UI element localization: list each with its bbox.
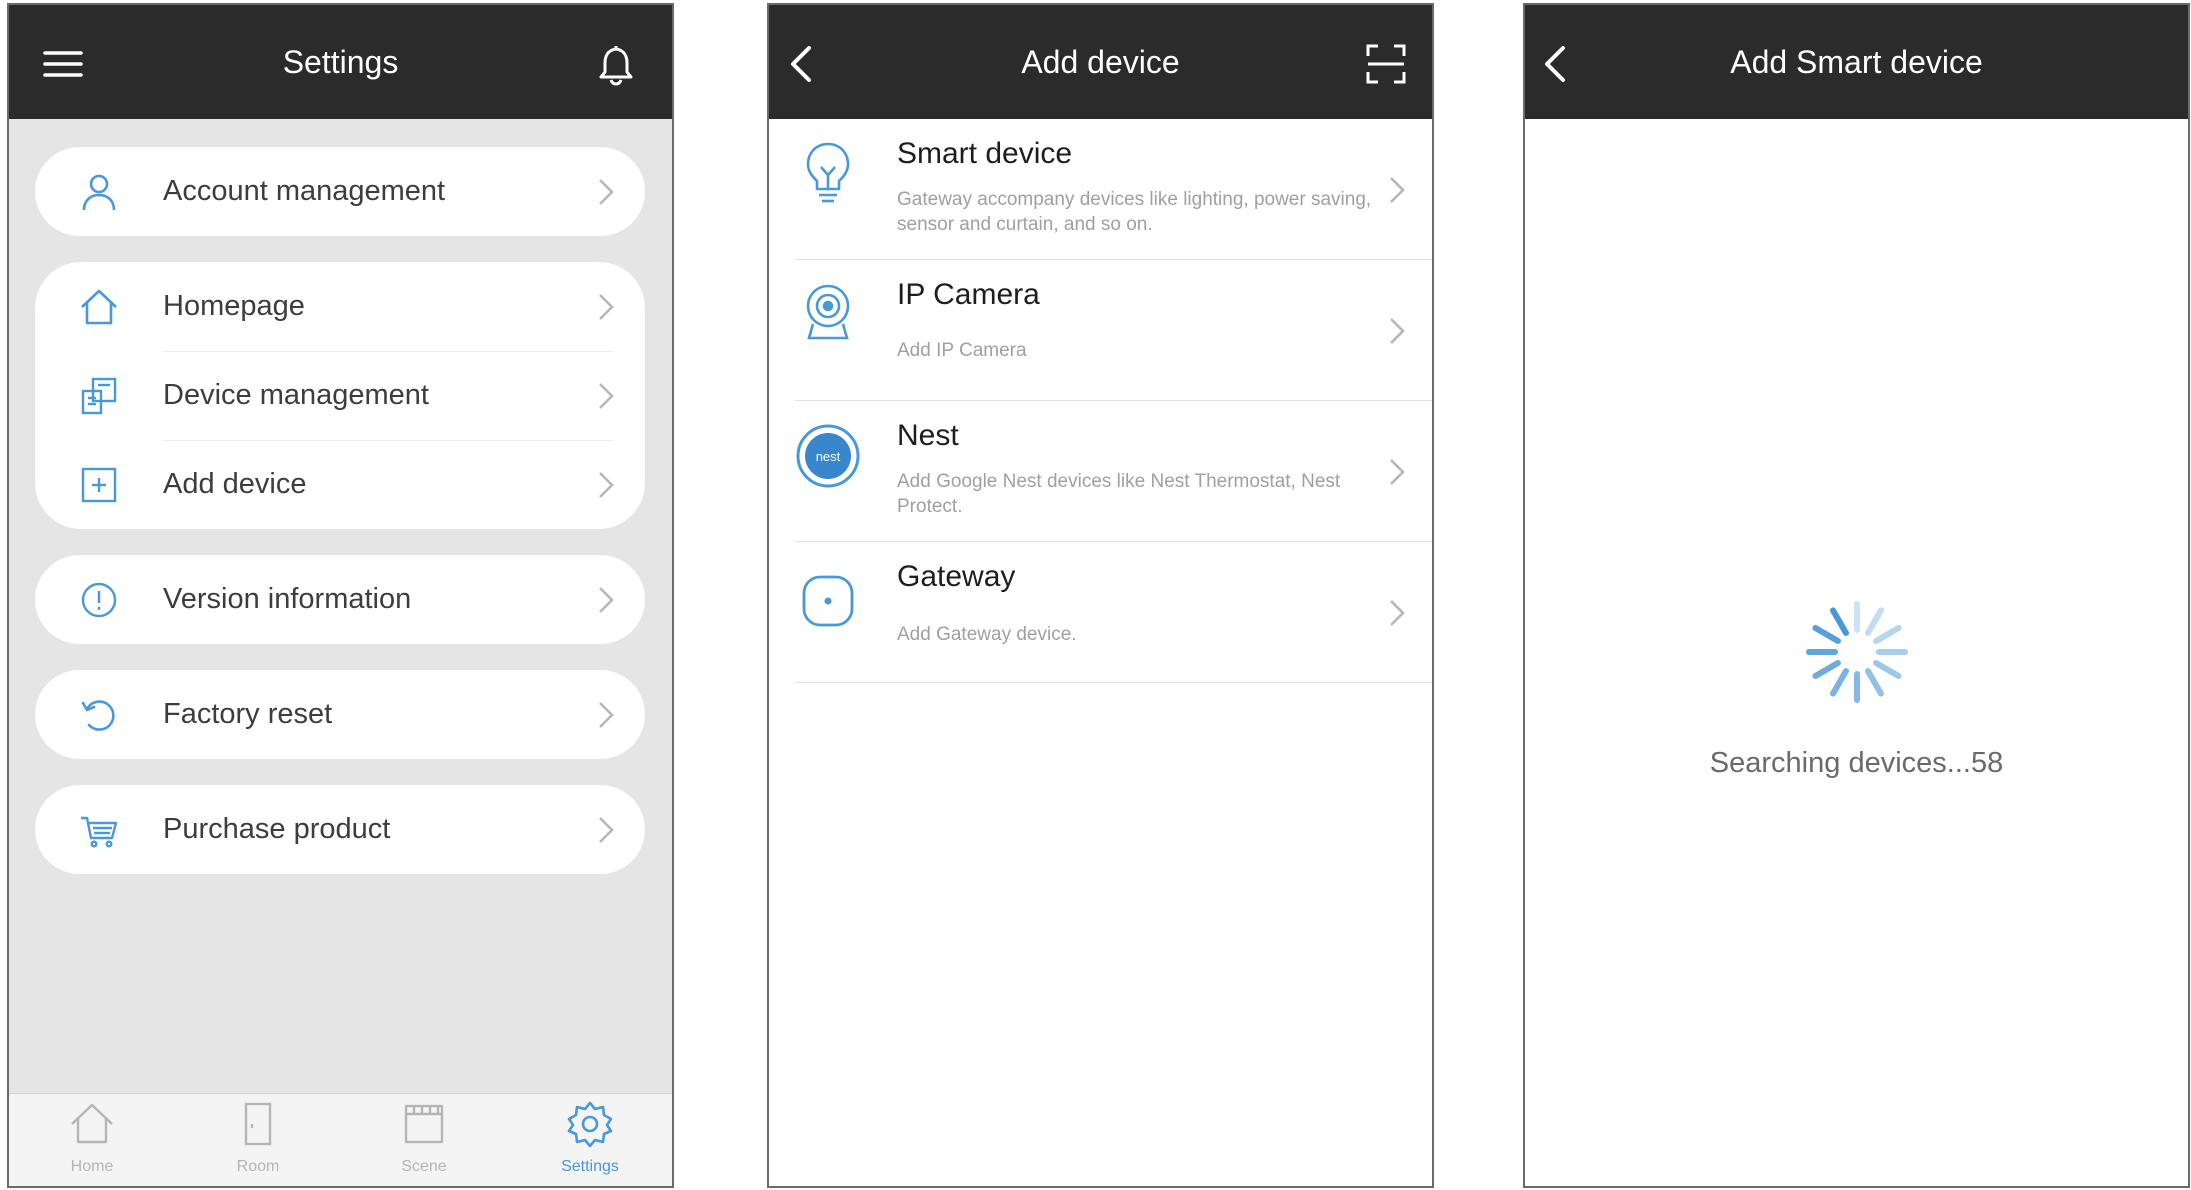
settings-card-devices: Homepage Device management Add device (35, 262, 645, 529)
spinner-spoke (1865, 668, 1884, 697)
settings-card-version: Version information (35, 555, 645, 644)
settings-screen: Settings Account management Homepage Dev… (7, 3, 674, 1188)
chevron-right-icon (1388, 316, 1406, 346)
chevron-right-icon (597, 381, 615, 411)
add-device-header: Add device (769, 5, 1432, 119)
settings-card-account: Account management (35, 147, 645, 236)
tab-settings[interactable]: Settings (507, 1094, 672, 1186)
chevron-right-icon (597, 815, 615, 845)
chevron-right-icon (597, 700, 615, 730)
reset-icon (79, 695, 119, 735)
device-management-icon (79, 376, 119, 416)
settings-card-purchase: Purchase product (35, 785, 645, 874)
settings-item-purchase-product[interactable]: Purchase product (35, 785, 645, 874)
user-icon (79, 172, 119, 212)
spinner-spoke (1830, 607, 1849, 636)
nest-logo-text: nest (816, 449, 841, 464)
home-icon (79, 287, 119, 327)
tab-label: Room (236, 1158, 280, 1175)
settings-item-label: Add device (163, 468, 307, 500)
settings-card-reset: Factory reset (35, 670, 645, 759)
page-title: Settings (282, 44, 399, 80)
scan-icon[interactable] (1364, 42, 1408, 86)
device-type-description: Add Google Nest devices like Nest Thermo… (897, 471, 1341, 517)
settings-item-add-device[interactable]: Add device (35, 440, 645, 529)
settings-item-factory-reset[interactable]: Factory reset (35, 670, 645, 759)
spinner-spoke (1812, 625, 1841, 644)
gear-icon (566, 1100, 614, 1148)
settings-item-label: Homepage (163, 290, 305, 322)
settings-item-homepage[interactable]: Homepage (35, 262, 645, 351)
settings-item-device-management[interactable]: Device management (35, 351, 645, 440)
device-type-title: Gateway (897, 560, 1016, 593)
tab-room[interactable]: Room (175, 1094, 341, 1186)
chevron-right-icon (597, 292, 615, 322)
device-type-ip-camera[interactable]: IP Camera Add IP Camera (769, 260, 1432, 401)
chevron-right-icon (1388, 598, 1406, 628)
chevron-right-icon (597, 177, 615, 207)
chevron-right-icon (597, 585, 615, 615)
loading-spinner-icon (1802, 597, 1912, 707)
add-device-screen: Add device Smart device Gateway accompan… (767, 3, 1434, 1188)
settings-item-label: Factory reset (163, 698, 333, 730)
add-box-icon (79, 465, 119, 505)
settings-item-account-management[interactable]: Account management (35, 147, 645, 236)
spinner-spoke (1873, 660, 1902, 679)
device-type-description: Add IP Camera (897, 340, 1027, 361)
device-type-title: Nest (897, 419, 959, 452)
chevron-right-icon (1388, 175, 1406, 205)
home-tab-icon (68, 1100, 116, 1148)
settings-item-label: Device management (163, 379, 429, 411)
device-type-description: Add Gateway device. (897, 624, 1077, 645)
info-icon (79, 580, 119, 620)
room-door-icon (234, 1100, 282, 1148)
spinner-spoke (1830, 668, 1849, 697)
tab-label: Scene (401, 1158, 447, 1175)
nest-logo-icon: nest (795, 423, 861, 489)
cart-icon (79, 810, 119, 850)
ip-camera-icon (795, 280, 861, 346)
lightbulb-icon (795, 139, 861, 205)
bottom-tab-bar: Home Room Scene Settings (9, 1093, 672, 1186)
device-type-smart-device[interactable]: Smart device Gateway accompany devices l… (769, 119, 1432, 260)
settings-item-label: Purchase product (163, 813, 391, 845)
page-title: Add device (1021, 44, 1180, 80)
scene-clapper-icon (400, 1100, 448, 1148)
tab-label: Home (70, 1158, 114, 1175)
add-smart-device-header: Add Smart device (1525, 5, 2188, 119)
device-type-title: Smart device (897, 137, 1073, 170)
tab-scene[interactable]: Scene (341, 1094, 507, 1186)
device-type-title: IP Camera (897, 278, 1040, 311)
chevron-right-icon (597, 470, 615, 500)
settings-item-version-information[interactable]: Version information (35, 555, 645, 644)
settings-header: Settings (9, 5, 672, 119)
searching-status-text: Searching devices...58 (1709, 747, 2004, 779)
page-title: Add Smart device (1730, 44, 1983, 80)
tab-home[interactable]: Home (9, 1094, 175, 1186)
bell-icon[interactable] (594, 42, 638, 86)
device-type-description: Gateway accompany devices like lighting,… (897, 189, 1372, 235)
tab-label: Settings (561, 1158, 619, 1175)
device-type-gateway[interactable]: Gateway Add Gateway device. (769, 542, 1432, 683)
chevron-right-icon (1388, 457, 1406, 487)
device-type-nest[interactable]: nest Nest Add Google Nest devices like N… (769, 401, 1432, 542)
spinner-spoke (1812, 660, 1841, 679)
spinner-spoke (1873, 625, 1902, 644)
settings-item-label: Account management (163, 175, 446, 207)
settings-item-label: Version information (163, 583, 412, 615)
add-smart-device-screen: Add Smart device Searching devices...58 (1523, 3, 2190, 1188)
spinner-spoke (1865, 607, 1884, 636)
gateway-icon (795, 568, 861, 634)
